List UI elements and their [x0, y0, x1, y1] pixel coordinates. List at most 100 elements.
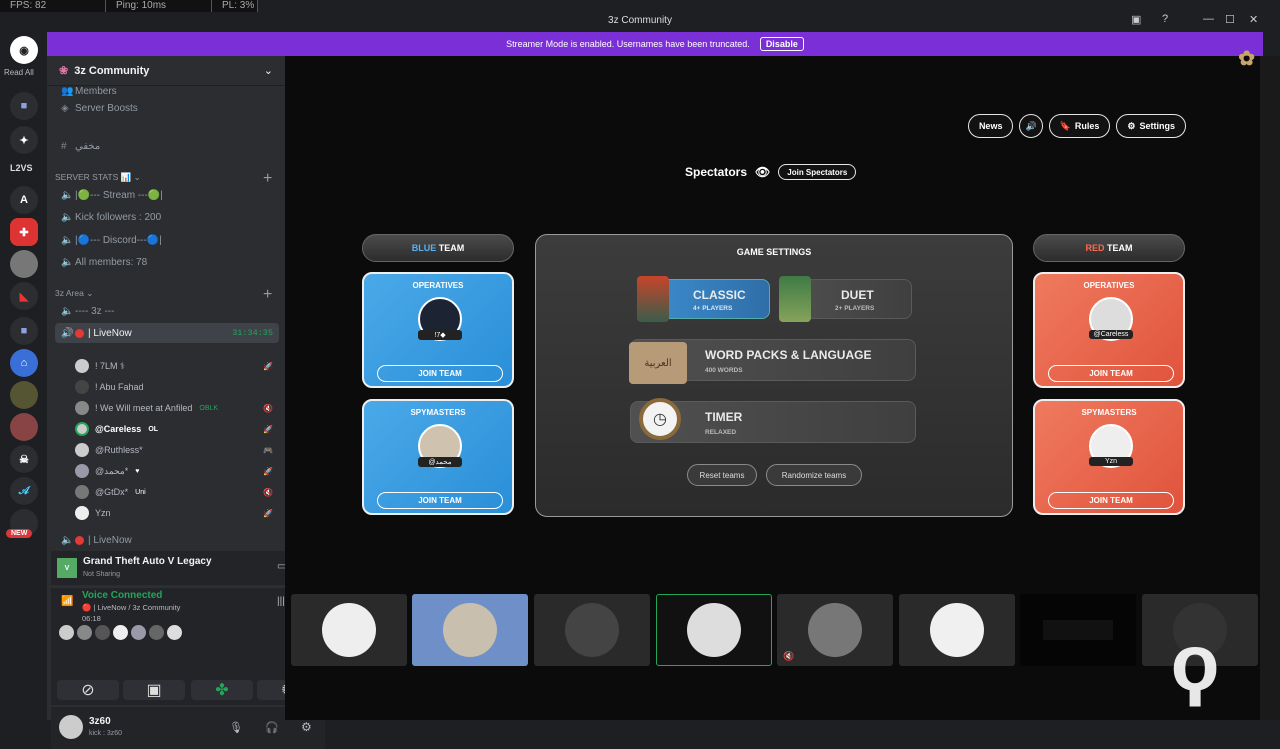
server-icon[interactable] [10, 413, 38, 441]
server-icon[interactable]: ☠ [10, 445, 38, 473]
server-name: 3z Community [74, 64, 150, 77]
voice-channel-3z[interactable]: 🔈 ---- 3z --- [55, 301, 279, 321]
server-l2vs[interactable]: L2VS [10, 163, 33, 173]
join-team-button[interactable]: JOIN TEAM [377, 365, 503, 382]
voice-user[interactable]: @GtDx* Uni 🔇 [75, 482, 277, 502]
participant-tile[interactable] [534, 594, 650, 666]
voice-channel-members[interactable]: 🔈 All members: 78 [55, 252, 279, 272]
user-tag-badge: OL [148, 425, 159, 433]
server-icon[interactable]: ◣ [10, 282, 38, 310]
voice-channel-livenow[interactable]: 🔊 | LiveNow 31:34:35 [55, 323, 279, 343]
participant-tile[interactable] [412, 594, 528, 666]
avatar [322, 603, 376, 657]
timer-option[interactable]: ◷ TIMER RELAXED [630, 398, 916, 443]
participant-tile[interactable] [899, 594, 1015, 666]
game-settings-title: GAME SETTINGS [736, 247, 812, 257]
server-icon[interactable] [10, 250, 38, 278]
headphones-icon[interactable]: 🎧 [265, 721, 279, 734]
red-operatives-card: OPERATIVES @Careless JOIN TEAM [1033, 272, 1185, 388]
voice-user[interactable]: ! Abu Fahad [75, 377, 277, 397]
join-team-label: JOIN TEAM [1089, 496, 1133, 505]
user-status: kick : 3z60 [89, 730, 123, 737]
members-item[interactable]: 👥 Members [55, 86, 279, 96]
voice-connected-title[interactable]: Voice Connected [82, 590, 162, 601]
rocket-icon: 🚀 [263, 424, 273, 434]
discord-home-icon[interactable]: ◉ [10, 36, 38, 64]
read-all-label[interactable]: Read All [4, 68, 34, 77]
avatar [113, 625, 128, 640]
avatar [75, 359, 89, 373]
server-icon[interactable]: ✦ [10, 126, 38, 154]
server-icon[interactable]: 𝒜 [10, 477, 38, 505]
mic-icon[interactable]: 🎙 [229, 721, 243, 734]
voice-user[interactable]: ! 7LM ⚕ 🚀 [75, 356, 277, 376]
participant-tile[interactable] [1020, 594, 1136, 666]
red-spymasters-card: SPYMASTERS Yzn JOIN TEAM [1033, 399, 1185, 515]
rules-button[interactable]: 🔖 Rules [1048, 114, 1111, 138]
news-button[interactable]: News [967, 114, 1014, 138]
participant-tile[interactable] [291, 594, 407, 666]
blue-operatives-card: OPERATIVES !7◆ JOIN TEAM [362, 272, 514, 388]
camera-off-button[interactable]: ⊘ [57, 680, 119, 700]
pl-readout: PL: 3% [212, 0, 258, 12]
share-screen-button[interactable]: ▣ [123, 680, 185, 700]
server-icon[interactable]: ✚ [10, 218, 38, 246]
avatar[interactable] [59, 715, 83, 739]
join-spectators-button[interactable]: Join Spectators [778, 164, 857, 180]
voice-user[interactable]: @Careless OL 🚀 [75, 419, 277, 439]
sound-button[interactable]: 🔊 [1019, 114, 1043, 138]
close-icon[interactable]: ✕ [1249, 13, 1258, 26]
folder-icon[interactable]: ■ [10, 317, 38, 345]
inbox-icon[interactable]: ▣ [1131, 13, 1141, 26]
voice-channel-name: | LiveNow / 3z Community [93, 603, 181, 612]
home-icon[interactable]: ⌂ [10, 349, 38, 377]
channel-sidebar: ❀ 3z Community ⌄ 👥 Members ◈ Server Boosts… [47, 56, 325, 749]
speaker-icon: 🔈 [61, 211, 74, 223]
gear-icon[interactable]: ⚙ [301, 720, 312, 734]
activities-button[interactable]: ✤ [191, 680, 253, 700]
category-server-stats[interactable]: SERVER STATS 📊 ⌄ [55, 172, 141, 183]
voice-user-name: @Careless [95, 424, 142, 434]
voice-user-name: ! 7LM ⚕ [95, 360, 125, 371]
folder-icon[interactable]: ■ [10, 92, 38, 120]
join-team-button[interactable]: JOIN TEAM [377, 492, 503, 509]
voice-channel-kick[interactable]: 🔈 Kick followers : 200 [55, 207, 279, 227]
reset-teams-button[interactable]: Reset teams [687, 464, 757, 486]
join-team-button[interactable]: JOIN TEAM [1048, 365, 1174, 382]
server-a[interactable]: A [10, 186, 38, 214]
randomize-teams-button[interactable]: Randomize teams [766, 464, 862, 486]
server-icon[interactable] [10, 381, 38, 409]
username: 3z60 [89, 716, 111, 727]
voice-channel-discord[interactable]: 🔈 |🔵--- Discord---🔵| [55, 230, 279, 250]
disable-button[interactable]: Disable [759, 37, 804, 51]
team-color-word: RED [1085, 243, 1105, 253]
channel-hidden[interactable]: # مخفي [55, 136, 279, 156]
minimize-icon[interactable]: — [1203, 13, 1214, 25]
word-packs-option[interactable]: العربية WORD PACKS & LANGUAGE 400 WORDS [629, 339, 916, 384]
rocket-icon: 🚀 [263, 466, 273, 476]
join-team-button[interactable]: JOIN TEAM [1048, 492, 1174, 509]
voice-user[interactable]: Yzn 🚀 [75, 503, 277, 523]
category-3z-area[interactable]: 3z Area ⌄ [55, 288, 93, 299]
help-icon[interactable]: ? [1162, 13, 1168, 25]
voice-user-name: ! Abu Fahad [95, 382, 144, 392]
maximize-icon[interactable]: ☐ [1225, 13, 1235, 26]
classic-mode-option[interactable]: CLASSIC 4+ PLAYERS [637, 276, 770, 322]
noise-icon[interactable]: ||| [277, 596, 285, 607]
participant-tile[interactable]: 🔇 [777, 594, 893, 666]
voice-channel-livenow-2[interactable]: 🔈 | LiveNow [55, 530, 279, 550]
duet-mode-option[interactable]: DUET 2+ PLAYERS [779, 276, 912, 322]
voice-user[interactable]: @Ruthless* 🎮 [75, 440, 277, 460]
participant-tile[interactable] [656, 594, 772, 666]
voice-channel-stream[interactable]: 🔈 |🟢--- Stream ---🟢| [55, 185, 279, 205]
gear-icon: ⚙ [1127, 120, 1136, 131]
new-badge: NEW [6, 529, 33, 538]
voice-user[interactable]: @محمد* ♥ 🚀 [75, 461, 277, 481]
avatar [95, 625, 110, 640]
settings-button[interactable]: ⚙ Settings [1116, 114, 1186, 138]
settings-label: Settings [1139, 121, 1175, 131]
server-boosts-item[interactable]: ◈ Server Boosts [55, 98, 279, 118]
server-header[interactable]: ❀ 3z Community ⌄ [47, 56, 285, 86]
channel-logo-watermark: ϙ [1170, 618, 1220, 707]
voice-user[interactable]: ! We Will meet at Anfiled OBLK 🔇 [75, 398, 277, 418]
